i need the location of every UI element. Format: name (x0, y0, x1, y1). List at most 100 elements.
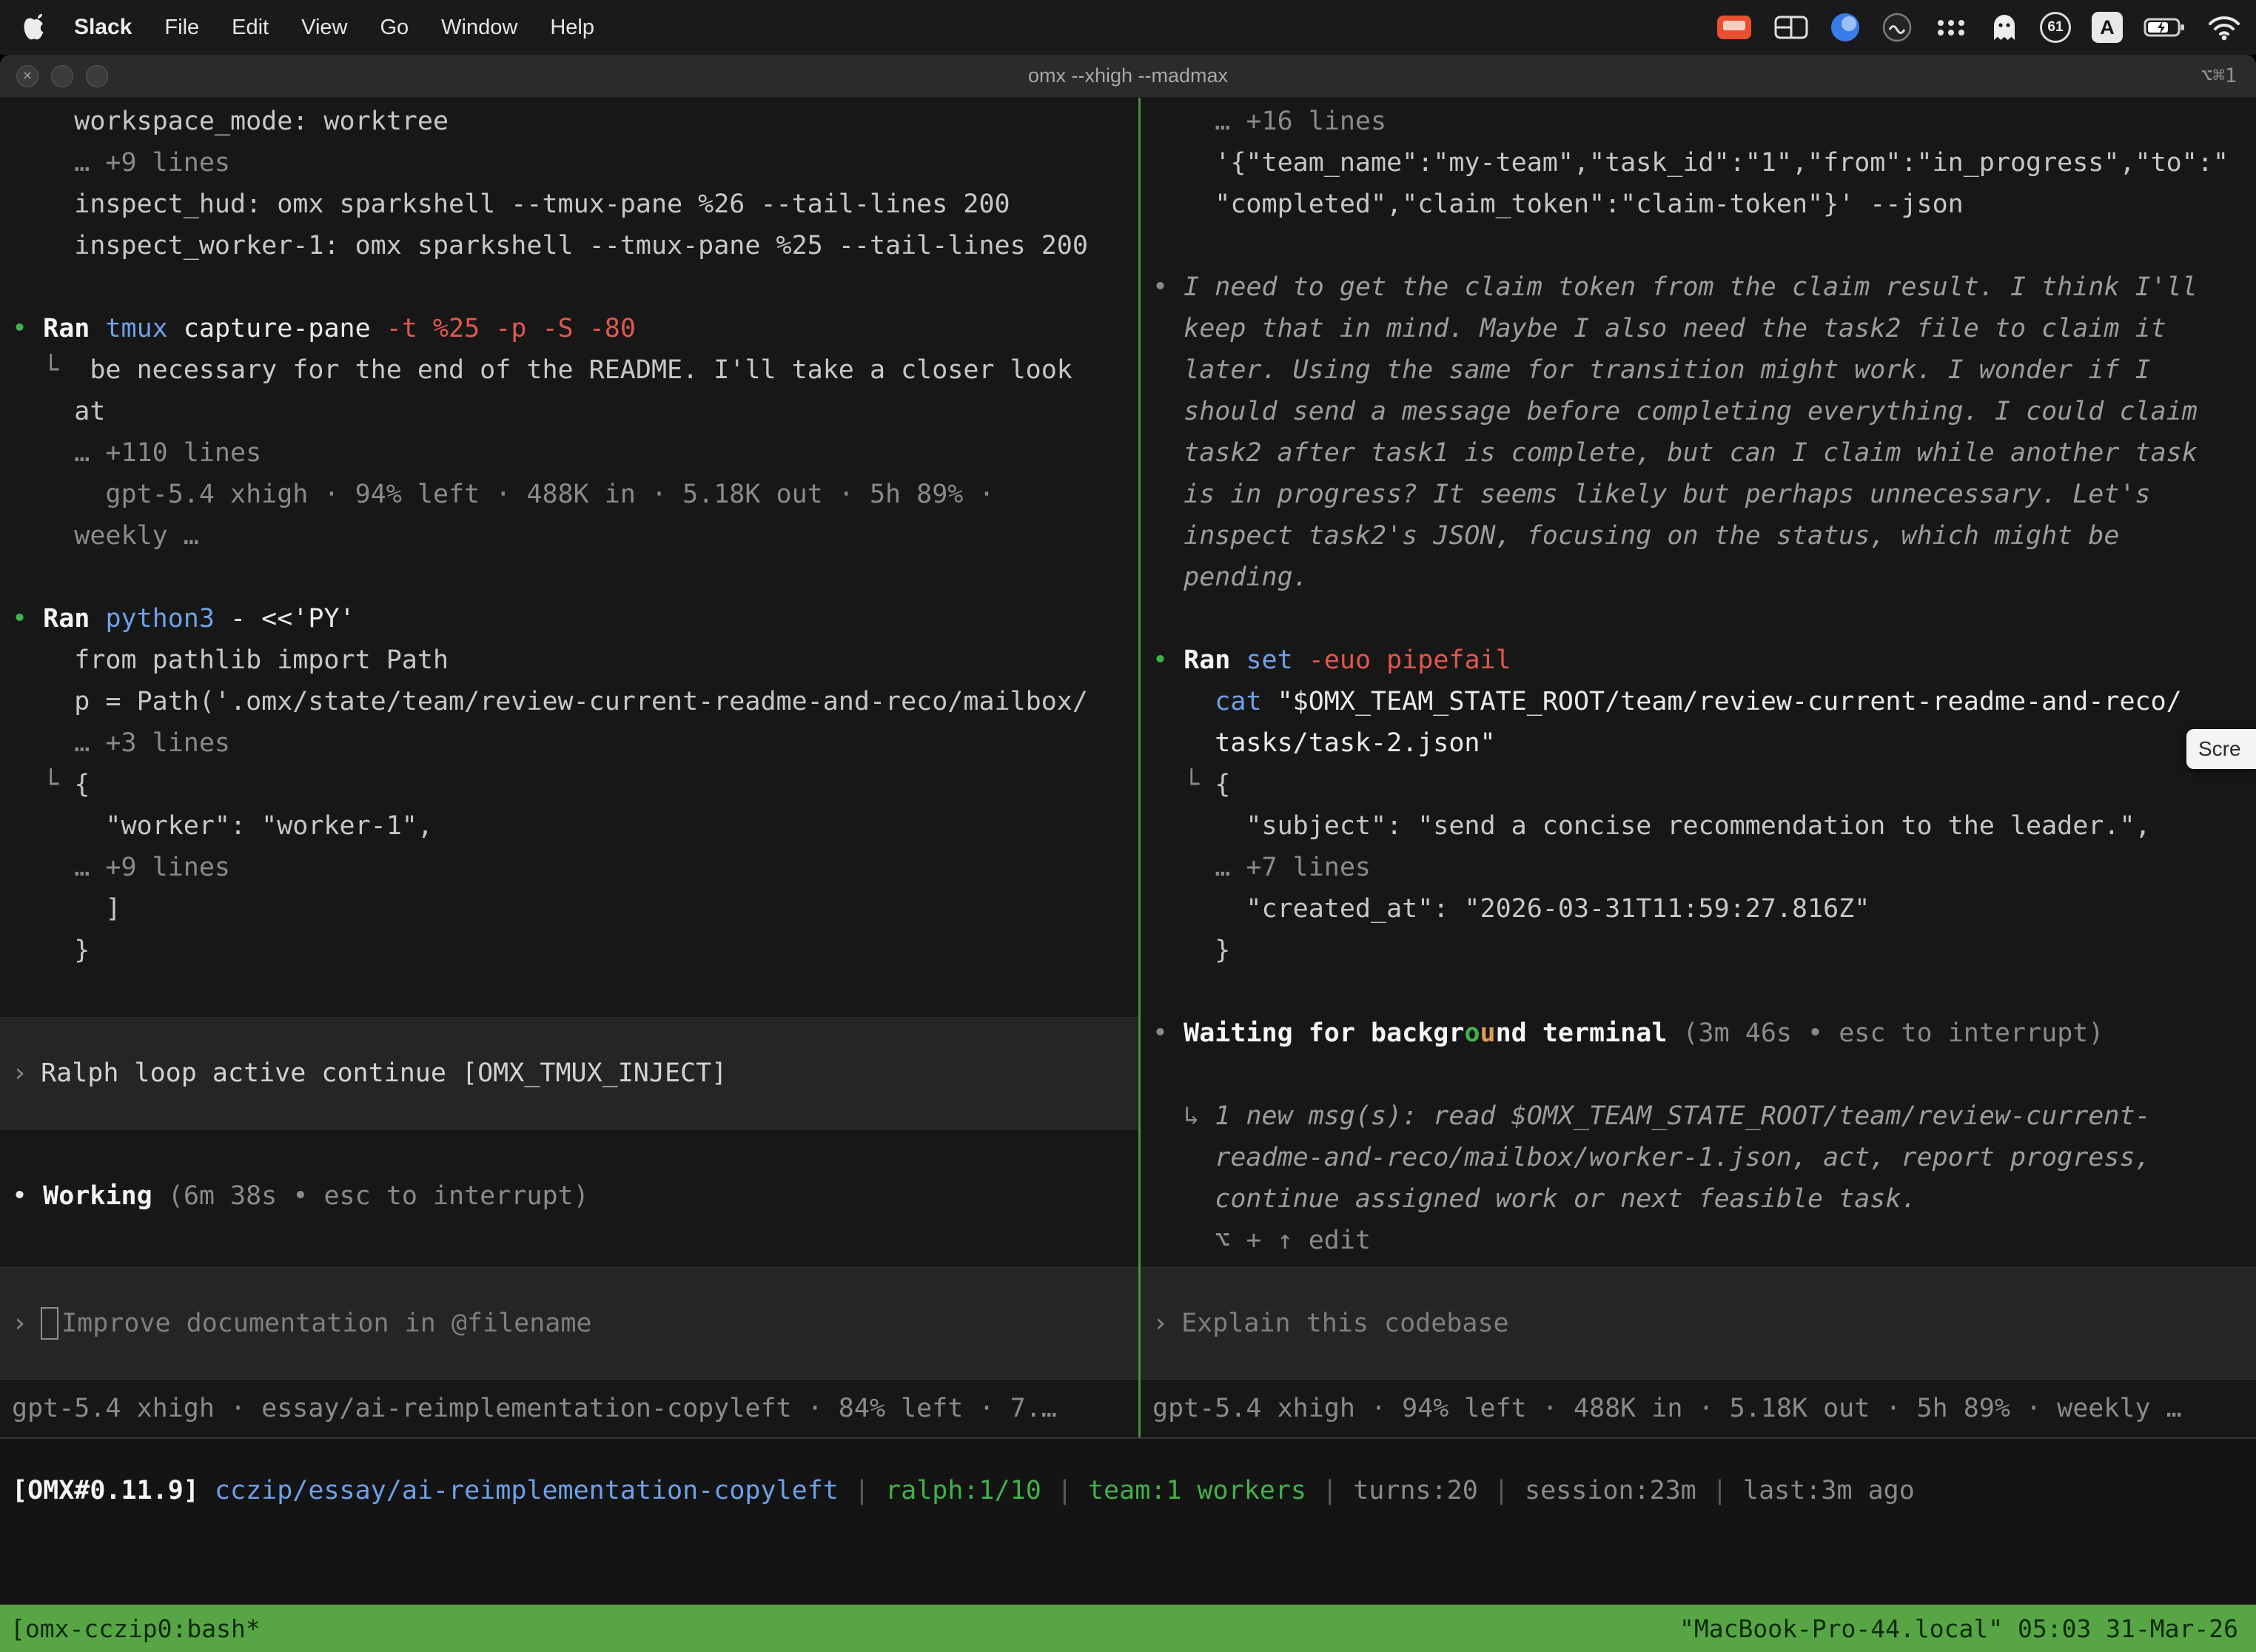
notes-app-icon[interactable] (1881, 12, 1913, 43)
ghostty-icon[interactable] (1990, 12, 2019, 43)
terminal-line: inspect_hud: omx sparkshell --tmux-pane … (12, 184, 1138, 225)
menu-window[interactable]: Window (441, 16, 517, 40)
terminal-line: task2 after task1 is complete, but can I… (1152, 432, 2256, 474)
terminal-line: • Ran python3 - <<'PY' (12, 598, 1138, 639)
terminal-line: … +3 lines (12, 722, 1138, 764)
text-cursor (41, 1307, 58, 1340)
terminal-line (1152, 971, 2256, 1013)
terminal-line (1152, 225, 2256, 266)
terminal-line: … +9 lines (12, 847, 1138, 888)
cursor-char: I (61, 1309, 77, 1338)
prompt-chevron-icon: › (12, 1058, 27, 1088)
window-titlebar[interactable]: × omx --xhigh --madmax ⌥⌘1 (0, 55, 2256, 98)
terminal-line: tasks/task-2.json" (1152, 722, 2256, 764)
terminal-line: └ { (12, 764, 1138, 805)
placeholder-text-right: Explain this codebase (1181, 1309, 1509, 1338)
terminal-line: … +7 lines (1152, 847, 2256, 888)
app-grid-icon[interactable] (1933, 13, 1969, 42)
terminal-line: keep that in mind. Maybe I also need the… (1152, 308, 2256, 349)
menu-items: File Edit View Go Window Help (164, 16, 594, 40)
terminal-line: • Ran set -euo pipefail (1152, 639, 2256, 681)
omx-session-status: [OMX#0.11.9] cczip/essay/ai-reimplementa… (0, 1465, 2256, 1516)
input-source-icon[interactable]: A (2092, 12, 2123, 43)
terminal-line: } (12, 930, 1138, 971)
tmux-status-bar[interactable]: [omx-cczip0:bash* "MacBook-Pro-44.local"… (0, 1605, 2256, 1652)
model-status-right: gpt-5.4 xhigh · 94% left · 488K in · 5.1… (1141, 1380, 2256, 1437)
screen-sharing-icon[interactable] (1716, 13, 1753, 42)
terminal-line: [OMX#0.11.9] cczip/essay/ai-reimplementa… (12, 1470, 1915, 1511)
terminal-line: p = Path('.omx/state/team/review-current… (12, 681, 1138, 722)
placeholder-text-left: mprove documentation in @filename (77, 1309, 591, 1338)
tmux-host-clock: "MacBook-Pro-44.local" 05:03 31-Mar-26 (1679, 1614, 2238, 1643)
tmux-pane-left[interactable]: workspace_mode: worktree … +9 lines insp… (0, 98, 1138, 1437)
menu-go[interactable]: Go (380, 16, 409, 40)
terminal-line: cat "$OMX_TEAM_STATE_ROOT/team/review-cu… (1152, 681, 2256, 722)
terminal-line: later. Using the same for transition mig… (1152, 349, 2256, 391)
working-status-left: • Working (6m 38s • esc to interrupt) (0, 1175, 1138, 1217)
terminal-line: … +16 lines (1152, 101, 2256, 142)
terminal-scrollback-left: workspace_mode: worktree … +9 lines insp… (0, 98, 1138, 971)
terminal-line: • Ran tmux capture-pane -t %25 -p -S -80 (12, 308, 1138, 349)
terminal-line (12, 557, 1138, 598)
close-button[interactable]: × (16, 65, 38, 87)
tooltip: Scre (2186, 729, 2256, 769)
prompt-chevron-icon: › (1152, 1309, 1168, 1338)
terminal-line: inspect task2's JSON, focusing on the st… (1152, 515, 2256, 557)
terminal-scrollback-right: … +16 lines '{"team_name":"my-team","tas… (1141, 98, 2256, 1261)
menu-bar-status-icons: 61 A (1716, 12, 2241, 43)
tmux-session-name: [omx-cczip0:bash* (10, 1614, 261, 1643)
terminal-line: continue assigned work or next feasible … (1152, 1178, 2256, 1220)
window-manager-icon[interactable] (1773, 13, 1809, 42)
zoom-button[interactable] (86, 65, 108, 87)
tmux-pane-right[interactable]: … +16 lines '{"team_name":"my-team","tas… (1141, 98, 2256, 1437)
battery-percent-value: 61 (2047, 19, 2063, 36)
terminal-line (1152, 598, 2256, 639)
terminal-line: } (1152, 930, 2256, 971)
terminal-line: └ { (1152, 764, 2256, 805)
terminal-line: '{"team_name":"my-team","task_id":"1","f… (1152, 142, 2256, 184)
terminal-line: ↳ 1 new msg(s): read $OMX_TEAM_STATE_ROO… (1152, 1095, 2256, 1137)
terminal-line: … +9 lines (12, 142, 1138, 184)
terminal-line: … +110 lines (12, 432, 1138, 474)
menu-help[interactable]: Help (550, 16, 594, 40)
terminal-line: • Waiting for background terminal (3m 46… (1152, 1013, 2256, 1054)
terminal-line: pending. (1152, 557, 2256, 598)
terminal-line: is in progress? It seems likely but perh… (1152, 474, 2256, 515)
terminal-line: • Working (6m 38s • esc to interrupt) (12, 1175, 1138, 1217)
terminal-line: should send a message before completing … (1152, 391, 2256, 432)
window-shortcut-hint: ⌥⌘1 (2200, 64, 2237, 87)
menu-view[interactable]: View (301, 16, 347, 40)
injected-prompt-text: Ralph loop active continue [OMX_TMUX_INJ… (41, 1058, 727, 1088)
composer-input-right[interactable]: › Explain this codebase (1141, 1267, 2256, 1380)
prompt-chevron-icon: › (12, 1309, 27, 1338)
terminal-line (12, 266, 1138, 308)
battery-icon[interactable] (2143, 13, 2186, 42)
injected-prompt[interactable]: › Ralph loop active continue [OMX_TMUX_I… (0, 1017, 1138, 1129)
terminal-line: from pathlib import Path (12, 639, 1138, 681)
terminal-line: inspect_worker-1: omx sparkshell --tmux-… (12, 225, 1138, 266)
traffic-lights: × (16, 55, 108, 97)
model-status-left: gpt-5.4 xhigh · essay/ai-reimplementatio… (0, 1380, 1138, 1437)
menu-edit[interactable]: Edit (232, 16, 269, 40)
terminal-line: └ be necessary for the end of the README… (12, 349, 1138, 391)
window-title: omx --xhigh --madmax (1028, 64, 1228, 87)
active-app-menu[interactable]: Slack (74, 15, 132, 40)
battery-percent-icon[interactable]: 61 (2040, 12, 2071, 43)
input-source-letter: A (2100, 16, 2115, 39)
terminal-line: • I need to get the claim token from the… (1152, 266, 2256, 308)
apple-menu-icon[interactable] (22, 13, 46, 41)
terminal-line: ] (12, 888, 1138, 930)
composer-input-left[interactable]: › Improve documentation in @filename (0, 1267, 1138, 1380)
browser-icon[interactable] (1830, 12, 1861, 43)
terminal-line: workspace_mode: worktree (12, 101, 1138, 142)
menu-bar: Slack File Edit View Go Window Help (0, 0, 2256, 55)
tmux-session: workspace_mode: worktree … +9 lines insp… (0, 98, 2256, 1439)
terminal-line: ⌥ + ↑ edit (1152, 1220, 2256, 1261)
terminal-window: × omx --xhigh --madmax ⌥⌘1 workspace_mod… (0, 55, 2256, 1652)
menu-file[interactable]: File (164, 16, 199, 40)
minimize-button[interactable] (51, 65, 73, 87)
terminal-line: at (12, 391, 1138, 432)
terminal-line: weekly … (12, 515, 1138, 557)
terminal-line: "subject": "send a concise recommendatio… (1152, 805, 2256, 847)
wifi-icon[interactable] (2207, 13, 2241, 41)
